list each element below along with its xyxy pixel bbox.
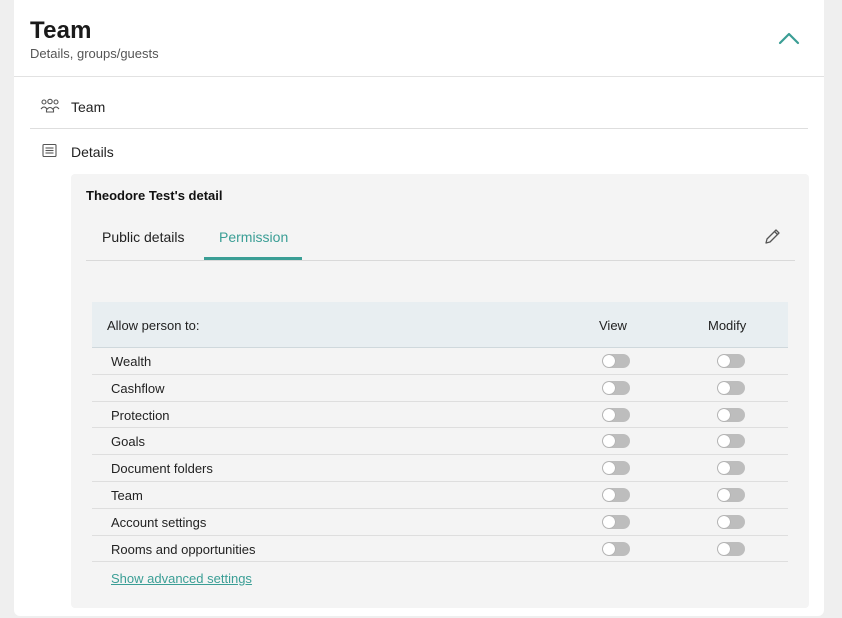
show-advanced-settings-link[interactable]: Show advanced settings: [111, 571, 252, 586]
modify-toggle[interactable]: [717, 380, 745, 395]
header-modify: Modify: [708, 318, 747, 333]
card-title: Team: [30, 17, 92, 44]
table-row: Goals: [92, 428, 788, 456]
row-label: Goals: [111, 434, 145, 450]
card-subtitle: Details, groups/guests: [30, 46, 159, 61]
table-row: Document folders: [92, 455, 788, 482]
view-toggle[interactable]: [602, 407, 630, 422]
row-label: Account settings: [111, 514, 207, 530]
team-card: Team Details, groups/guests Team Details…: [14, 0, 824, 616]
pencil-icon[interactable]: [762, 227, 782, 247]
row-label: Cashflow: [111, 380, 165, 396]
modify-toggle[interactable]: [717, 407, 745, 422]
modify-toggle[interactable]: [717, 354, 745, 368]
section-team-label: Team: [71, 99, 106, 115]
row-label: Team: [111, 487, 143, 503]
modify-toggle[interactable]: [717, 514, 745, 529]
card-header[interactable]: Team Details, groups/guests: [14, 0, 824, 77]
permission-table-header: Allow person to: View Modify: [92, 302, 788, 348]
view-toggle[interactable]: [602, 461, 630, 476]
row-label: Protection: [111, 407, 170, 423]
header-view: View: [599, 318, 627, 333]
header-allow-label: Allow person to:: [107, 318, 200, 333]
view-toggle[interactable]: [602, 380, 630, 395]
table-row: Account settings: [92, 509, 788, 536]
row-label: Document folders: [111, 461, 213, 477]
row-label: Rooms and opportunities: [111, 541, 256, 557]
table-row: Protection: [92, 402, 788, 429]
chevron-up-icon[interactable]: [776, 27, 802, 49]
view-toggle[interactable]: [602, 514, 630, 529]
table-row: Cashflow: [92, 375, 788, 402]
view-toggle[interactable]: [602, 354, 630, 368]
group-icon: [40, 98, 60, 114]
view-toggle[interactable]: [602, 541, 630, 556]
permission-table: Allow person to: View Modify Wealth Cash…: [92, 302, 788, 563]
table-row: Rooms and opportunities: [92, 536, 788, 563]
modify-toggle[interactable]: [717, 461, 745, 476]
detail-panel: Theodore Test's detail Public details Pe…: [71, 174, 809, 608]
section-team[interactable]: Team: [30, 85, 808, 129]
detail-title: Theodore Test's detail: [86, 188, 223, 203]
modify-toggle[interactable]: [717, 487, 745, 502]
row-label: Wealth: [111, 354, 152, 369]
section-details-label: Details: [71, 144, 114, 160]
tab-permission[interactable]: Permission: [204, 229, 302, 260]
list-icon: [40, 143, 60, 159]
section-details[interactable]: Details: [30, 130, 808, 174]
view-toggle[interactable]: [602, 434, 630, 449]
view-toggle[interactable]: [602, 487, 630, 502]
table-row: Wealth: [92, 348, 788, 375]
tab-public-details[interactable]: Public details: [102, 229, 185, 261]
modify-toggle[interactable]: [717, 541, 745, 556]
modify-toggle[interactable]: [717, 434, 745, 449]
detail-tabs: Public details Permission: [86, 219, 795, 261]
table-row: Team: [92, 482, 788, 509]
